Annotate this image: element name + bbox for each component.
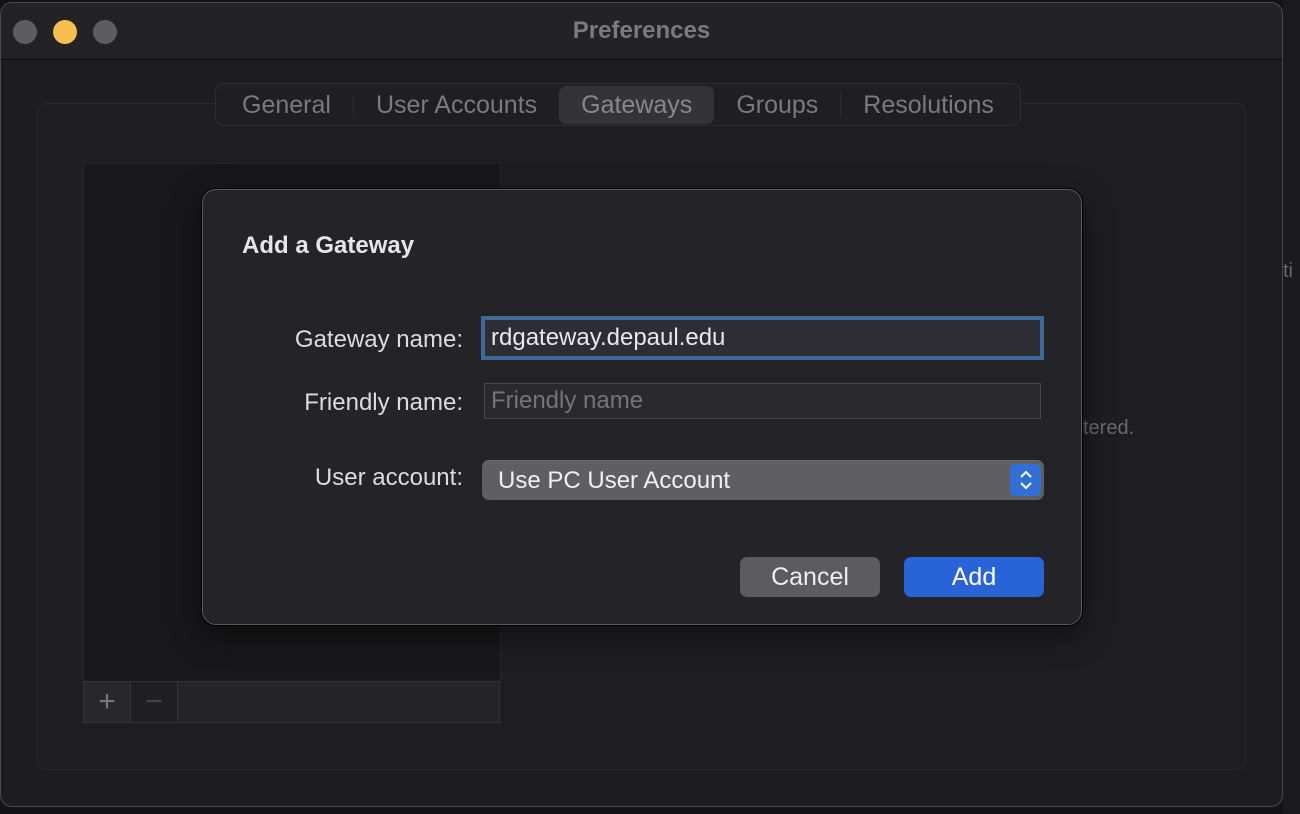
- gateway-name-input[interactable]: [481, 316, 1044, 360]
- preferences-window: Preferences General User Accounts Gatewa…: [0, 2, 1283, 807]
- minus-icon: −: [145, 685, 163, 718]
- title-bar: Preferences: [1, 3, 1282, 60]
- user-account-label: User account:: [314, 464, 463, 491]
- plus-icon: +: [98, 685, 116, 718]
- remove-gateway-button[interactable]: −: [131, 682, 178, 722]
- tab-resolutions[interactable]: Resolutions: [841, 86, 1016, 124]
- gateway-name-label: Gateway name:: [294, 326, 463, 353]
- tab-general[interactable]: General: [220, 86, 353, 124]
- add-gateway-dialog: Add a Gateway Gateway name: Friendly nam…: [202, 189, 1082, 625]
- cancel-button[interactable]: Cancel: [740, 557, 880, 597]
- add-gateway-button[interactable]: +: [84, 682, 131, 722]
- user-account-select[interactable]: Use PC User Account: [482, 460, 1044, 500]
- friendly-name-input[interactable]: [484, 383, 1041, 419]
- background-partial-text: ti: [1283, 260, 1293, 282]
- window-title: Preferences: [572, 17, 711, 44]
- list-toolbar: + −: [83, 681, 500, 723]
- tab-user-accounts[interactable]: User Accounts: [354, 86, 559, 124]
- add-button[interactable]: Add: [904, 557, 1044, 597]
- tab-bar: General User Accounts Gateways Groups Re…: [215, 83, 1021, 126]
- dialog-title: Add a Gateway: [242, 232, 415, 259]
- tab-groups[interactable]: Groups: [714, 86, 840, 124]
- user-account-value: Use PC User Account: [498, 467, 731, 494]
- chevron-up-down-icon: [1010, 464, 1041, 496]
- background-status-text: tered.: [1083, 417, 1135, 439]
- friendly-name-label: Friendly name:: [304, 389, 463, 416]
- tab-gateways[interactable]: Gateways: [559, 85, 715, 124]
- background-window-strip: ti: [1283, 0, 1300, 814]
